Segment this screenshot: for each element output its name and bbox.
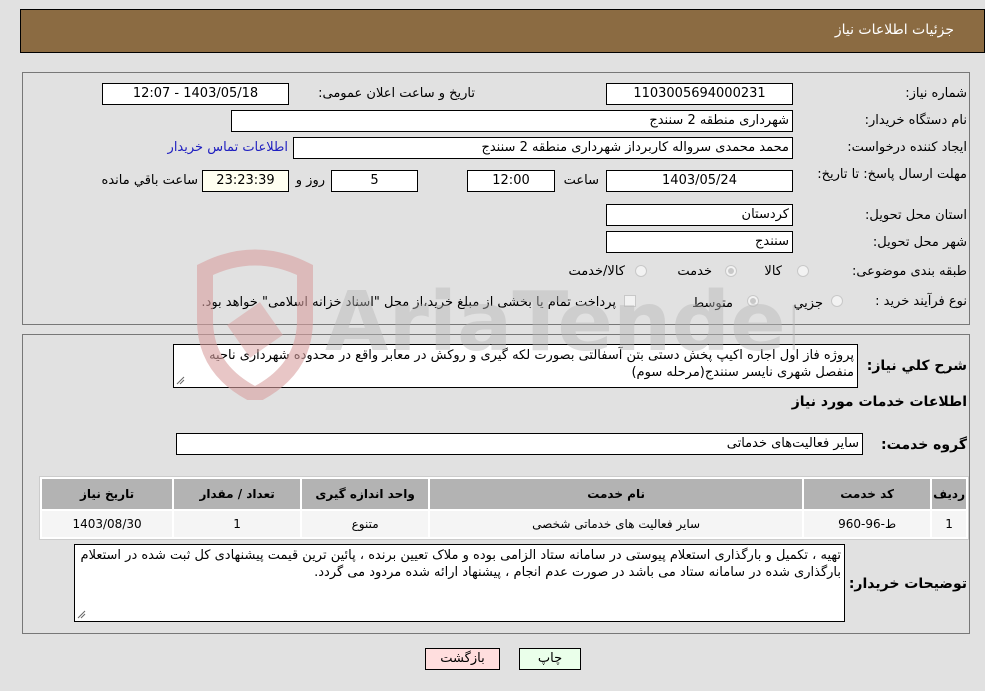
remaining-time-field: 23:23:39 — [202, 170, 289, 192]
service-group-field: سایر فعالیت‌های خدماتی — [176, 433, 863, 455]
process-label: نوع فرآیند خرید : — [875, 294, 967, 309]
province-label: استان محل تحویل: — [865, 208, 967, 223]
city-label: شهر محل تحویل: — [872, 235, 967, 250]
cell-service-name: سایر فعالیت های خدماتی شخصی — [430, 511, 803, 537]
resize-grip-icon[interactable] — [76, 609, 86, 619]
need-number-field: 1103005694000231 — [606, 83, 793, 105]
col-quantity: تعداد / مقدار — [174, 479, 301, 509]
deadline-time-label: ساعت — [563, 173, 599, 188]
deadline-date-field: 1403/05/24 — [606, 170, 793, 192]
services-section-title: اطلاعات خدمات مورد نیاز — [791, 394, 967, 410]
col-service-name: نام خدمت — [430, 479, 803, 509]
services-table: ردیف کد خدمت نام خدمت واحد اندازه گیری ت… — [39, 476, 969, 540]
days-label: روز و — [295, 173, 325, 188]
cell-need-date: 1403/08/30 — [42, 511, 173, 537]
buyer-notes-textarea[interactable]: تهیه ، تکمیل و بارگذاری استعلام پیوستی د… — [74, 544, 845, 622]
page-title: جزئیات اطلاعات نیاز — [834, 22, 954, 38]
deadline-time-field: 12:00 — [467, 170, 555, 192]
resize-grip-icon[interactable] — [175, 375, 185, 385]
buyer-org-label: نام دستگاه خریدار: — [864, 113, 967, 128]
print-button[interactable]: چاپ — [519, 648, 581, 670]
service-group-label: گروه خدمت: — [881, 437, 967, 453]
need-number-label: شماره نیاز: — [905, 86, 967, 101]
table-header-row: ردیف کد خدمت نام خدمت واحد اندازه گیری ت… — [42, 479, 966, 509]
treasury-checkbox[interactable] — [624, 295, 636, 307]
process-option-minor: جزيي — [793, 296, 823, 311]
cell-unit: متنوع — [302, 511, 429, 537]
creator-label: ایجاد کننده درخواست: — [847, 140, 967, 155]
buyer-notes-label: توضیحات خریدار: — [848, 576, 967, 592]
description-label: شرح کلي نياز: — [866, 358, 967, 374]
table-row: 1 ط-96-960 سایر فعالیت های خدماتی شخصی م… — [42, 511, 966, 537]
col-need-date: تاریخ نیاز — [42, 479, 173, 509]
category-option-service: خدمت — [677, 264, 712, 279]
col-row-number: ردیف — [932, 479, 966, 509]
description-textarea[interactable]: پروژه فاز اول اجاره اکیپ پخش دستی بتن آس… — [173, 344, 858, 388]
buyer-contact-link[interactable]: اطلاعات تماس خریدار — [168, 140, 288, 155]
process-option-medium: متوسط — [692, 296, 733, 311]
deadline-label: مهلت ارسال پاسخ: تا تاریخ: — [817, 167, 967, 182]
process-radio-medium[interactable] — [747, 295, 759, 307]
page-header: جزئیات اطلاعات نیاز — [20, 9, 985, 53]
creator-field: محمد محمدی سرواله کاربرداز شهرداری منطقه… — [293, 137, 793, 159]
category-label: طبقه بندی موضوعی: — [851, 264, 967, 279]
cell-row-number: 1 — [932, 511, 966, 537]
days-remaining-field: 5 — [331, 170, 418, 192]
category-radio-service[interactable] — [725, 265, 737, 277]
category-option-goods: کالا — [764, 264, 782, 279]
category-radio-goods-service[interactable] — [635, 265, 647, 277]
cell-quantity: 1 — [174, 511, 301, 537]
cell-service-code: ط-96-960 — [804, 511, 931, 537]
province-field: کردستان — [606, 204, 793, 226]
announce-date-label: تاریخ و ساعت اعلان عمومی: — [318, 86, 475, 101]
col-service-code: کد خدمت — [804, 479, 931, 509]
announce-date-field: 1403/05/18 - 12:07 — [102, 83, 289, 105]
category-option-goods-service: کالا/خدمت — [568, 264, 625, 279]
buyer-org-field: شهرداری منطقه 2 سنندج — [231, 110, 793, 132]
back-button[interactable]: بازگشت — [425, 648, 500, 670]
col-unit: واحد اندازه گیری — [302, 479, 429, 509]
category-radio-goods[interactable] — [797, 265, 809, 277]
treasury-note: پرداخت تمام یا بخشی از مبلغ خرید،از محل … — [201, 295, 616, 310]
process-radio-minor[interactable] — [831, 295, 843, 307]
remaining-time-label: ساعت باقي مانده — [101, 173, 198, 188]
city-field: سنندج — [606, 231, 793, 253]
